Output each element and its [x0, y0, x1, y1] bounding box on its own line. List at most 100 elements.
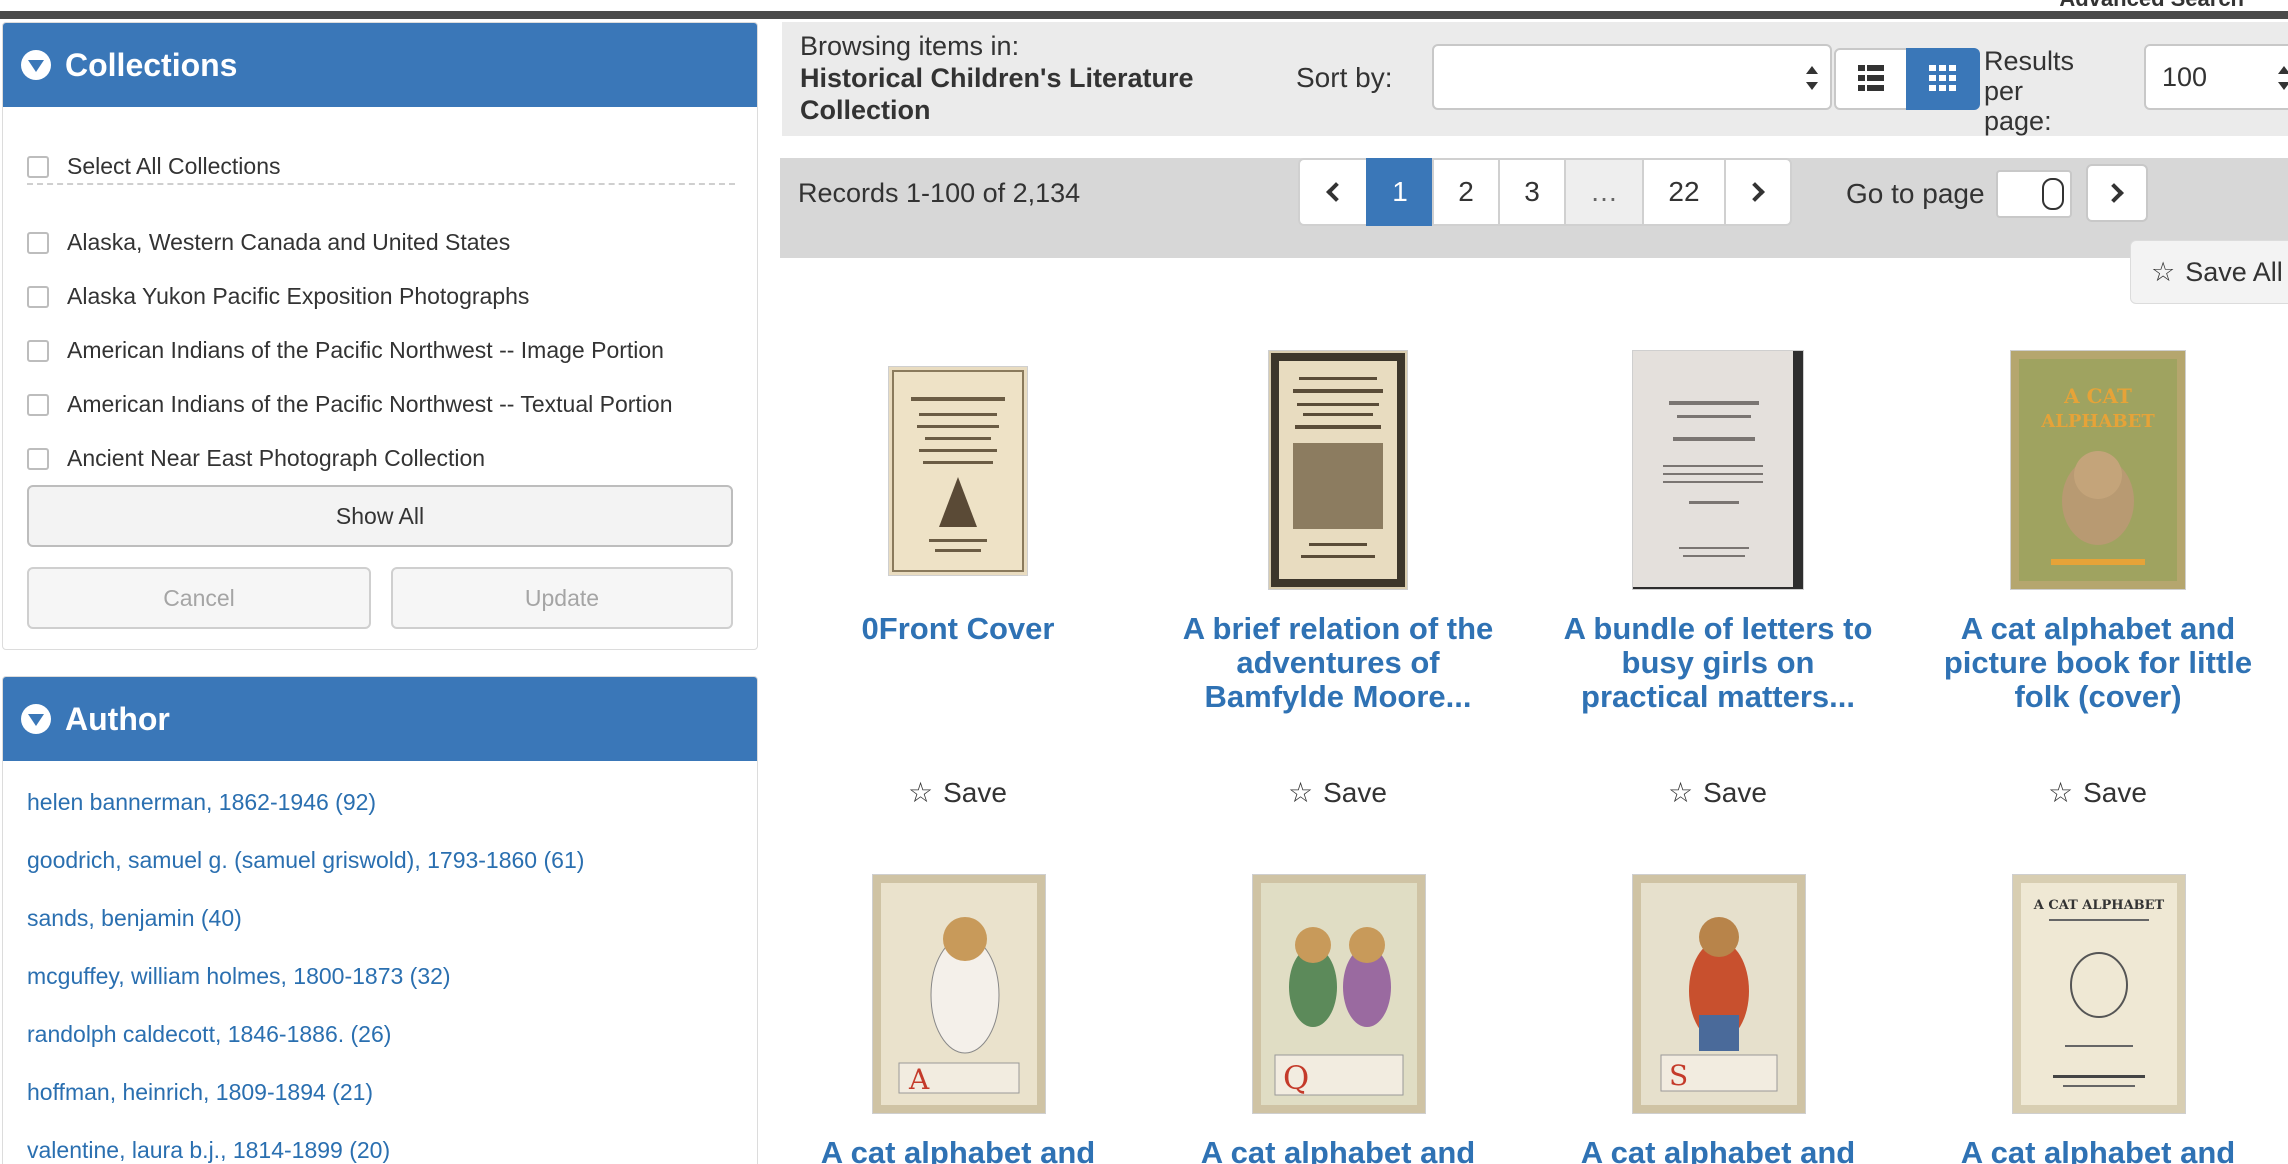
collection-item[interactable]: Alaska Yukon Pacific Exposition Photogra… — [27, 283, 529, 310]
current-collection: Historical Children's Literature Collect… — [800, 63, 1194, 125]
save-label: Save — [2083, 776, 2147, 808]
collection-checkbox[interactable] — [27, 339, 49, 362]
author-link[interactable]: helen bannerman, 1862-1946 (92) — [27, 789, 376, 816]
author-link[interactable]: goodrich, samuel g. (samuel griswold), 1… — [27, 847, 584, 874]
grid-view-icon — [1929, 65, 1956, 91]
svg-text:Q: Q — [1283, 1059, 1309, 1097]
book-cover-image — [1633, 351, 1803, 589]
item-thumbnail[interactable]: A — [872, 874, 1046, 1114]
author-link[interactable]: valentine, laura b.j., 1814-1899 (20) — [27, 1137, 390, 1164]
go-to-page-input[interactable] — [1996, 170, 2072, 218]
item-title-link[interactable]: A cat alphabet and picture book for litt… — [1938, 612, 2258, 714]
collapse-toggle-icon[interactable] — [21, 50, 51, 80]
select-all-collections[interactable]: Select All Collections — [27, 153, 281, 180]
collection-item[interactable]: Alaska, Western Canada and United States — [27, 229, 510, 256]
divider — [27, 183, 735, 185]
save-label: Save — [1703, 776, 1767, 808]
author-link[interactable]: mcguffey, william holmes, 1800-1873 (32) — [27, 963, 451, 990]
collection-item[interactable]: American Indians of the Pacific Northwes… — [27, 391, 673, 418]
author-link[interactable]: randolph caldecott, 1846-1886. (26) — [27, 1021, 391, 1048]
svg-text:A CAT ALPHABET: A CAT ALPHABET — [2033, 898, 2165, 913]
select-arrows-icon — [1806, 66, 1818, 90]
author-link[interactable]: sands, benjamin (40) — [27, 905, 242, 932]
save-label: Save — [1323, 776, 1387, 808]
item-thumbnail[interactable] — [1268, 350, 1408, 590]
star-icon: ☆ — [1288, 777, 1314, 808]
save-item-button[interactable]: ☆ Save — [908, 776, 1007, 809]
item-title-link[interactable]: A cat alphabet and — [798, 1136, 1118, 1164]
chevron-left-icon — [1326, 182, 1346, 202]
book-cover-image: A CAT ALPHABET — [2013, 875, 2185, 1113]
go-to-page-button[interactable] — [2086, 164, 2148, 222]
sort-label: Sort by: — [1296, 62, 1393, 93]
page-button[interactable]: 22 — [1642, 158, 1726, 226]
star-icon: ☆ — [908, 777, 934, 808]
page-button[interactable]: 2 — [1432, 158, 1500, 226]
item-title-link[interactable]: 0Front Cover — [798, 612, 1118, 646]
collection-item[interactable]: Ancient Near East Photograph Collection — [27, 445, 485, 472]
collection-checkbox[interactable] — [27, 285, 49, 308]
save-item-button[interactable]: ☆ Save — [1668, 776, 1767, 809]
book-cover-image: A — [873, 875, 1045, 1113]
save-label: Save — [943, 776, 1007, 808]
author-title: Author — [65, 700, 170, 737]
item-title-link[interactable]: A brief relation of the adventures of Ba… — [1178, 612, 1498, 714]
sort-select[interactable] — [1432, 44, 1832, 110]
collection-checkbox[interactable] — [27, 393, 49, 416]
page-button[interactable]: 1 — [1366, 158, 1434, 226]
collection-label: American Indians of the Pacific Northwes… — [67, 337, 664, 363]
select-all-checkbox[interactable] — [27, 155, 49, 178]
list-view-button[interactable] — [1834, 48, 1908, 110]
collections-panel-header[interactable]: Collections — [3, 23, 757, 107]
collection-checkbox[interactable] — [27, 231, 49, 254]
update-button[interactable]: Update — [391, 567, 733, 629]
records-count: Records 1-100 of 2,134 — [798, 178, 1081, 208]
book-cover-image: Q — [1253, 875, 1425, 1113]
item-thumbnail[interactable]: A CAT ALPHABET — [2010, 350, 2186, 590]
save-item-button[interactable]: ☆ Save — [1288, 776, 1387, 809]
chevron-right-icon — [2104, 183, 2124, 203]
collection-label: Ancient Near East Photograph Collection — [67, 445, 486, 471]
item-thumbnail[interactable] — [1632, 350, 1804, 590]
show-all-button[interactable]: Show All — [27, 485, 733, 547]
next-page-button[interactable] — [1724, 158, 1792, 226]
item-title-link[interactable]: A cat alphabet and — [1938, 1136, 2258, 1164]
item-thumbnail[interactable] — [888, 366, 1028, 576]
book-cover-image: A CAT ALPHABET — [2011, 351, 2185, 589]
save-item-button[interactable]: ☆ Save — [2048, 776, 2147, 809]
star-icon: ☆ — [2151, 256, 2176, 287]
select-all-label: Select All Collections — [67, 153, 281, 179]
collection-item[interactable]: American Indians of the Pacific Northwes… — [27, 337, 664, 364]
grid-view-button[interactable] — [1906, 48, 1980, 110]
item-title-link[interactable]: A cat alphabet and — [1558, 1136, 1878, 1164]
item-title-link[interactable]: A bundle of letters to busy girls on pra… — [1558, 612, 1878, 714]
results-per-page-value: 100 — [2162, 62, 2208, 92]
pagination: 1 2 3 … 22 — [1298, 158, 1792, 226]
collapse-toggle-icon[interactable] — [21, 704, 51, 734]
item-thumbnail[interactable]: S — [1632, 874, 1806, 1114]
collection-checkbox[interactable] — [27, 447, 49, 470]
collections-panel: Collections Select All Collections Alask… — [2, 22, 758, 650]
browse-label: Browsing items in: — [800, 31, 1020, 61]
svg-text:S: S — [1669, 1059, 1688, 1092]
list-view-icon — [1858, 65, 1884, 91]
cancel-button[interactable]: Cancel — [27, 567, 371, 629]
item-thumbnail[interactable]: A CAT ALPHABET — [2012, 874, 2186, 1114]
prev-page-button[interactable] — [1298, 158, 1368, 226]
top-bar: Advanced Search — [0, 0, 2288, 20]
item-title-link[interactable]: A cat alphabet and — [1178, 1136, 1498, 1164]
item-thumbnail[interactable]: Q — [1252, 874, 1426, 1114]
page-button[interactable]: 3 — [1498, 158, 1566, 226]
author-link[interactable]: hoffman, heinrich, 1809-1894 (21) — [27, 1079, 373, 1106]
results-per-page-select[interactable]: 100 — [2144, 44, 2288, 110]
star-icon: ☆ — [2048, 777, 2074, 808]
browse-toolbar: Browsing items in: Historical Children's… — [782, 22, 2288, 136]
save-all-button[interactable]: ☆ Save All — [2130, 240, 2288, 304]
book-cover-image: S — [1633, 875, 1805, 1113]
chevron-right-icon — [1745, 182, 1765, 202]
svg-text:A CAT: A CAT — [2063, 384, 2132, 408]
collection-label: Alaska Yukon Pacific Exposition Photogra… — [67, 283, 530, 309]
number-spinner-icon[interactable] — [2042, 178, 2064, 210]
select-arrows-icon — [2278, 66, 2288, 90]
author-panel-header[interactable]: Author — [3, 677, 757, 761]
